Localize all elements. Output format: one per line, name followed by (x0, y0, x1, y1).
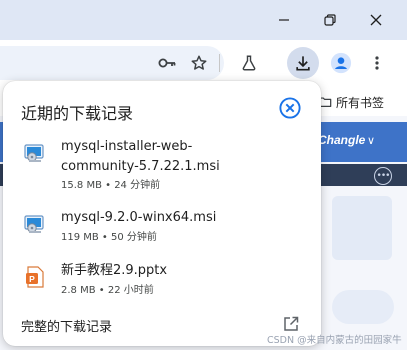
bookmark-star-button[interactable] (183, 47, 215, 79)
close-icon (370, 14, 382, 26)
download-icon (296, 56, 310, 71)
labs-button[interactable] (233, 47, 265, 79)
more-menu-button[interactable] (361, 47, 393, 79)
page-card (332, 196, 392, 260)
minimize-button[interactable] (261, 0, 307, 40)
svg-text:P: P (29, 274, 35, 284)
minimize-icon (279, 19, 289, 21)
restore-icon (324, 14, 336, 26)
download-item[interactable]: mysql-installer-web- community-5.7.22.1.… (3, 137, 321, 195)
msi-installer-icon (24, 215, 44, 233)
key-icon (158, 58, 176, 68)
all-bookmarks-label: 所有书签 (336, 95, 385, 110)
download-item[interactable]: P 新手教程2.9.pptx 2.8 MB • 22 小时前 (3, 261, 321, 301)
pptx-file-icon: P (26, 266, 44, 288)
all-bookmarks-button[interactable]: 所有书签 (318, 92, 384, 112)
password-key-button[interactable] (151, 47, 183, 79)
download-item-meta: 119 MB • 50 分钟前 (61, 232, 157, 243)
download-item-name: 新手教程2.9.pptx (61, 263, 168, 278)
page-nav-label[interactable]: Changle (318, 133, 365, 147)
full-download-history-link[interactable]: 完整的下载记录 (21, 316, 112, 335)
download-item-meta: 15.8 MB • 24 分钟前 (61, 180, 161, 191)
toolbar-divider (219, 54, 220, 72)
close-window-button[interactable] (353, 0, 399, 40)
downloads-button[interactable] (287, 47, 319, 79)
close-circle-icon (279, 97, 301, 119)
chevron-down-icon: ∨ (367, 134, 376, 147)
download-item-name: mysql-installer-web- community-5.7.22.1.… (61, 137, 220, 177)
msi-installer-icon (24, 144, 44, 162)
download-item[interactable]: mysql-9.2.0-winx64.msi 119 MB • 50 分钟前 (3, 208, 321, 248)
profile-icon (330, 52, 352, 74)
download-item-name-line: community-5.7.22.1.msi (61, 159, 220, 174)
watermark-text: CSDN @来自内蒙古的田园家牛 (267, 335, 402, 346)
downloads-close-button[interactable] (279, 97, 301, 119)
restore-button[interactable] (307, 0, 353, 40)
downloads-panel-title: 近期的下载记录 (21, 104, 134, 123)
profile-button[interactable] (325, 47, 357, 79)
download-item-name: mysql-9.2.0-winx64.msi (61, 210, 217, 225)
page-card (332, 290, 394, 324)
open-in-new-icon[interactable] (282, 315, 300, 333)
flask-icon (242, 55, 256, 71)
download-item-meta: 2.8 MB • 22 小时前 (61, 285, 154, 296)
more-vert-icon (375, 56, 379, 70)
page-more-icon[interactable]: ••• (374, 167, 392, 185)
star-icon (191, 55, 207, 70)
downloads-panel: 近期的下载记录 mysql-installer-web- community-5… (3, 81, 321, 346)
download-item-name-line: mysql-installer-web- (61, 139, 193, 154)
